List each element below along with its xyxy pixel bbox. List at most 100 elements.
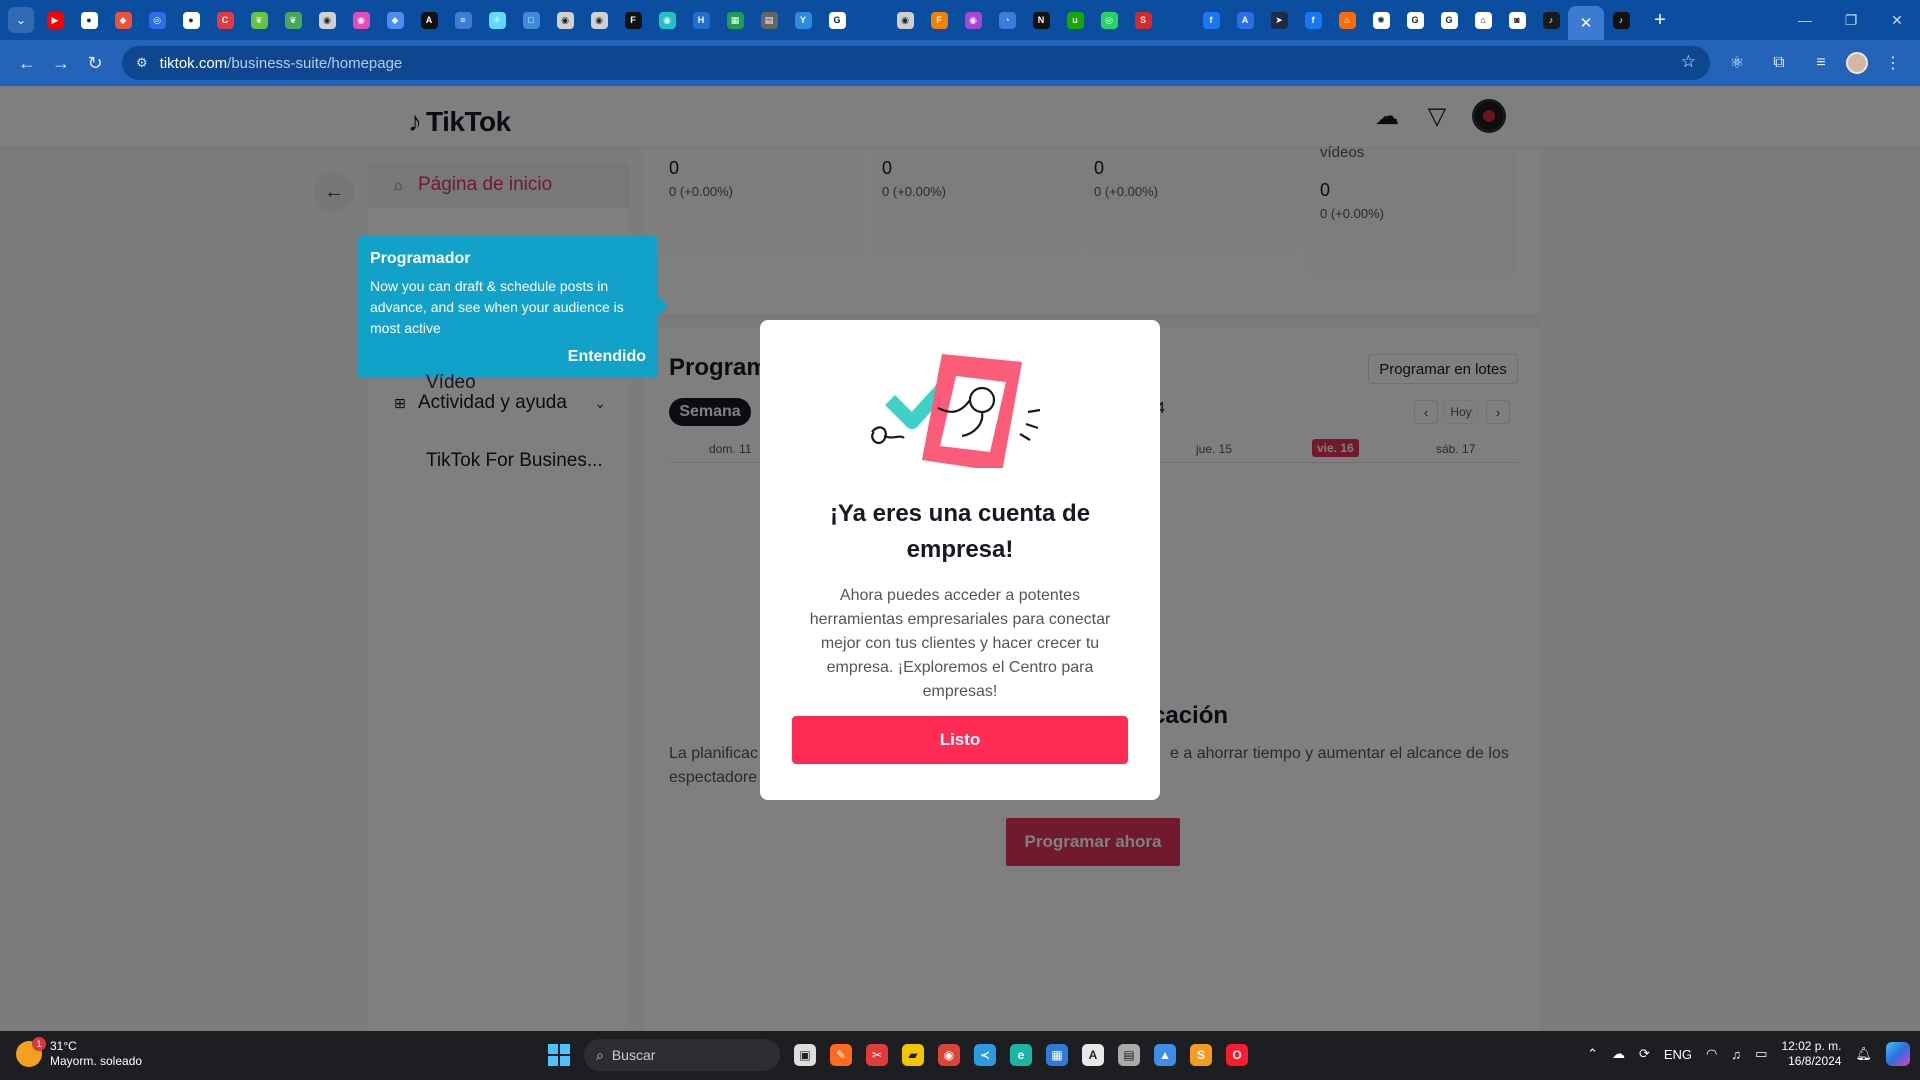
browser-tab[interactable]: ✺	[1364, 4, 1398, 36]
taskbar-search[interactable]: ⌕ Buscar	[584, 1039, 780, 1071]
browser-tab[interactable]: ≈	[446, 4, 480, 36]
close-icon[interactable]: ✕	[1578, 15, 1595, 32]
browser-tab[interactable]: ◉	[582, 4, 616, 36]
browser-tab[interactable]: ◎	[1092, 4, 1126, 36]
browser-tab[interactable]: A	[1228, 4, 1262, 36]
address-bar[interactable]: ⚙ tiktok.com /business-suite/homepage ☆	[122, 46, 1710, 80]
browser-tab[interactable]: □	[514, 4, 548, 36]
chevron-up-icon[interactable]: ⌃	[1587, 1046, 1598, 1062]
browser-tab[interactable]	[854, 4, 888, 36]
browser-tab[interactable]: ❦	[276, 4, 310, 36]
browser-tab[interactable]: ◉	[650, 4, 684, 36]
extensions-puzzle-icon[interactable]: ⧉	[1762, 46, 1796, 80]
browser-tab[interactable]: ▤	[752, 4, 786, 36]
react-extension-icon[interactable]: ⚛	[1720, 46, 1754, 80]
wifi-icon[interactable]: ◠	[1706, 1046, 1717, 1062]
sidebar-item-video[interactable]: Vídeo	[426, 372, 476, 394]
browser-tab[interactable]: ◙	[1500, 4, 1534, 36]
copilot-icon[interactable]	[1886, 1042, 1910, 1066]
onedrive-icon[interactable]: ☁	[1612, 1046, 1625, 1062]
browser-tab[interactable]: u	[1058, 4, 1092, 36]
site-info-icon[interactable]: ⚙	[136, 55, 148, 71]
browser-tab[interactable]: ◉	[344, 4, 378, 36]
tab-search-chevron-icon[interactable]: ⌄	[8, 7, 34, 33]
browser-tab[interactable]: C	[208, 4, 242, 36]
terminal-app-icon[interactable]: ▤	[1118, 1044, 1140, 1066]
browser-tab[interactable]: ⌂	[1466, 4, 1500, 36]
browser-tab[interactable]: f	[1194, 4, 1228, 36]
url-path: /business-suite/homepage	[227, 54, 403, 72]
pink-tab-icon: ◉	[352, 11, 370, 29]
tab-active-tiktok[interactable]: ✕	[1568, 6, 1604, 40]
weather-widget[interactable]: 1 31°C Mayorm. soleado	[16, 1037, 142, 1069]
opera-app-icon[interactable]: O	[1226, 1044, 1248, 1066]
edge-app-icon[interactable]: e	[1010, 1044, 1032, 1066]
minimize-button[interactable]: —	[1782, 0, 1828, 40]
browser-tab[interactable]: ◉	[548, 4, 582, 36]
browser-tab[interactable]: ➤	[1262, 4, 1296, 36]
browser-tab[interactable]: ◉	[888, 4, 922, 36]
paint-app-icon[interactable]: ✎	[830, 1044, 852, 1066]
browser-tab[interactable]: G	[820, 4, 854, 36]
bookmark-star-icon[interactable]: ☆	[1681, 52, 1696, 72]
chrome-app-icon[interactable]: ◉	[938, 1044, 960, 1066]
snip-app-icon[interactable]: ✂	[866, 1044, 888, 1066]
facebook-tab-icon: f	[1304, 11, 1322, 29]
media-queue-icon[interactable]: ≡	[1804, 46, 1838, 80]
browser-tab[interactable]	[1160, 4, 1194, 36]
browser-tab[interactable]: G	[1432, 4, 1466, 36]
browser-tab[interactable]: ♪	[1534, 4, 1568, 36]
task-view-app-icon[interactable]: ▣	[794, 1044, 816, 1066]
sublime-app-icon[interactable]: S	[1190, 1044, 1212, 1066]
y-tab-icon: Y	[794, 11, 812, 29]
kebab-menu-icon[interactable]: ⋮	[1876, 46, 1910, 80]
browser-tab[interactable]: ⚛	[480, 4, 514, 36]
browser-tab[interactable]: ❦	[242, 4, 276, 36]
forward-arrow-icon[interactable]: →	[44, 46, 78, 80]
browser-tab[interactable]: ▶	[38, 4, 72, 36]
sync-icon[interactable]: ⟳	[1639, 1046, 1650, 1062]
vscode-app-icon[interactable]: ≺	[974, 1044, 996, 1066]
battery-icon[interactable]: ▭	[1755, 1046, 1767, 1062]
browser-tab[interactable]: H	[684, 4, 718, 36]
browser-tab[interactable]: G	[1398, 4, 1432, 36]
browser-tab[interactable]: F	[922, 4, 956, 36]
photos-app-icon[interactable]: ▲	[1154, 1044, 1176, 1066]
browser-tab[interactable]: N	[1024, 4, 1058, 36]
browser-tab[interactable]: ◉	[956, 4, 990, 36]
browser-tab[interactable]: S	[1126, 4, 1160, 36]
profile-avatar[interactable]	[1846, 52, 1868, 74]
back-arrow-icon[interactable]: ←	[10, 46, 44, 80]
browser-tab[interactable]: F	[616, 4, 650, 36]
calculator-app-icon[interactable]: ▦	[1046, 1044, 1068, 1066]
store-app-icon[interactable]: A	[1082, 1044, 1104, 1066]
windows-start-icon[interactable]	[548, 1044, 570, 1066]
tab-tiktok[interactable]: ♪	[1604, 4, 1638, 36]
browser-tab[interactable]: ◆	[378, 4, 412, 36]
browser-tab[interactable]: A	[412, 4, 446, 36]
browser-tab[interactable]: ♨	[1330, 4, 1364, 36]
restore-button[interactable]: ❐	[1828, 0, 1874, 40]
browser-tab[interactable]: Y	[786, 4, 820, 36]
browser-tab[interactable]: ◔	[990, 4, 1024, 36]
diamond-tab-icon: ◆	[386, 11, 404, 29]
browser-tab[interactable]: f	[1296, 4, 1330, 36]
notification-bell-icon[interactable]: 🔔︎	[1855, 1046, 1872, 1062]
browser-tab[interactable]: ▦	[718, 4, 752, 36]
language-indicator[interactable]: ENG	[1664, 1047, 1692, 1062]
new-tab-button[interactable]: +	[1646, 9, 1674, 32]
browser-tab[interactable]: ◉	[310, 4, 344, 36]
browser-tab[interactable]: ◎	[140, 4, 174, 36]
explorer-app-icon[interactable]: ▰	[902, 1044, 924, 1066]
close-window-button[interactable]: ✕	[1874, 0, 1920, 40]
browser-tab[interactable]: ◆	[106, 4, 140, 36]
blank-tab-icon	[1168, 11, 1186, 29]
volume-icon[interactable]: ♫	[1731, 1047, 1741, 1062]
browser-tab[interactable]: ●	[72, 4, 106, 36]
tooltip-got-it-button[interactable]: Entendido	[568, 348, 646, 366]
reload-icon[interactable]: ↻	[78, 46, 112, 80]
done-button[interactable]: Listo	[792, 716, 1128, 764]
card-tab-icon: ▤	[760, 11, 778, 29]
clock[interactable]: 12:02 p. m. 16/8/2024	[1781, 1039, 1841, 1069]
browser-tab[interactable]: ●	[174, 4, 208, 36]
